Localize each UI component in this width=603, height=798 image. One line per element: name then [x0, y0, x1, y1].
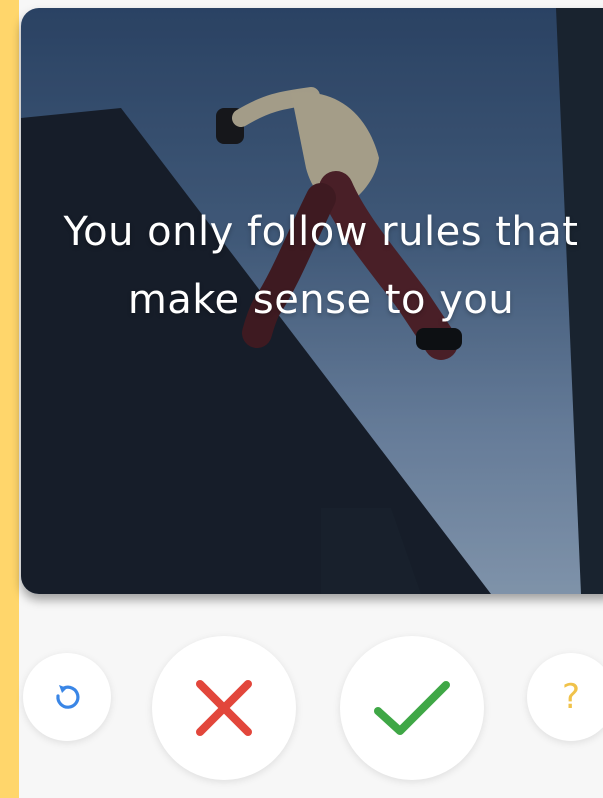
help-button[interactable]: ?	[527, 653, 603, 741]
undo-icon	[56, 685, 80, 709]
x-icon	[196, 680, 252, 736]
undo-button[interactable]	[23, 653, 111, 741]
quote-text: You only follow rules that make sense to…	[63, 209, 579, 323]
like-button[interactable]	[340, 636, 484, 780]
help-icon: ?	[561, 677, 581, 717]
dislike-button[interactable]	[152, 636, 296, 780]
quote-card[interactable]: You only follow rules that make sense to…	[21, 8, 603, 594]
action-bar: ?	[0, 620, 603, 798]
app-screen: You only follow rules that make sense to…	[0, 0, 603, 798]
check-icon	[374, 681, 450, 735]
